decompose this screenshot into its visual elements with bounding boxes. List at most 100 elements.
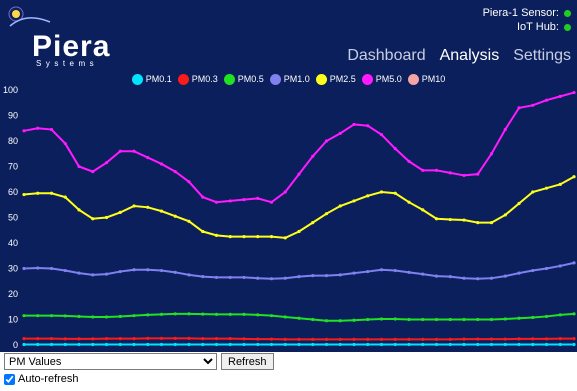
y-tick-label: 50 — [8, 213, 18, 223]
chart-panel: PM0.1 PM0.3 PM0.5 PM1.0 PM2.5 PM5.0 PM10 0 10 20… — [0, 72, 577, 352]
data-point — [462, 218, 466, 222]
data-point — [421, 272, 425, 276]
y-tick-label: 100 — [3, 85, 18, 95]
tab-analysis[interactable]: Analysis — [440, 47, 500, 65]
data-point — [324, 337, 329, 341]
y-tick-label: 80 — [8, 136, 18, 146]
data-point — [448, 342, 452, 347]
data-point — [104, 337, 109, 341]
data-point — [173, 270, 177, 274]
data-point — [489, 342, 494, 347]
data-point — [572, 337, 576, 341]
tab-dashboard[interactable]: Dashboard — [347, 47, 425, 65]
data-point — [448, 337, 452, 341]
data-point — [311, 317, 315, 322]
data-point — [146, 268, 150, 272]
data-point — [462, 317, 466, 322]
data-point — [146, 205, 150, 209]
data-point — [77, 337, 81, 341]
refresh-button[interactable]: Refresh — [221, 353, 274, 370]
data-point — [214, 275, 219, 280]
data-point — [366, 317, 370, 322]
data-point — [352, 199, 356, 203]
data-point — [242, 198, 246, 202]
data-point — [201, 275, 205, 279]
data-point — [201, 229, 205, 234]
data-point — [118, 314, 122, 319]
data-point — [407, 342, 411, 347]
data-point — [269, 314, 274, 318]
data-point — [421, 168, 425, 172]
data-point — [49, 127, 54, 132]
tab-settings[interactable]: Settings — [513, 47, 571, 65]
data-point — [462, 276, 466, 280]
data-point — [544, 314, 549, 319]
y-tick-label: 20 — [8, 289, 18, 299]
data-point — [434, 274, 439, 278]
data-point — [118, 210, 122, 214]
data-point — [132, 337, 136, 341]
data-point — [572, 90, 576, 95]
data-point — [324, 139, 329, 143]
data-point — [489, 221, 494, 225]
data-point — [393, 147, 397, 151]
data-point — [269, 200, 274, 204]
data-point — [256, 196, 260, 200]
data-point — [283, 236, 287, 240]
data-point — [283, 337, 287, 341]
y-tick-label: 70 — [8, 162, 18, 172]
data-point — [476, 337, 480, 341]
data-point — [22, 266, 26, 271]
data-point — [517, 201, 521, 206]
data-point — [173, 170, 177, 174]
data-point — [558, 337, 562, 341]
data-point — [118, 149, 122, 153]
data-point — [159, 268, 164, 273]
auto-refresh-label[interactable]: Auto-refresh — [18, 373, 79, 385]
data-point — [544, 342, 549, 347]
pm-line-chart: 0 10 20 30 40 50 60 70 80 90 100 — [3, 85, 576, 350]
data-point — [503, 274, 507, 278]
data-point — [448, 217, 452, 222]
data-point — [77, 164, 81, 169]
data-point — [421, 208, 425, 212]
data-point — [311, 154, 315, 158]
data-point — [159, 312, 164, 316]
data-point — [22, 192, 26, 197]
view-select[interactable]: PM Values — [4, 353, 217, 370]
data-point — [338, 342, 342, 347]
data-point — [132, 204, 136, 208]
data-point — [201, 312, 205, 316]
data-point — [572, 261, 576, 265]
data-point — [558, 94, 562, 98]
auto-refresh-checkbox[interactable] — [4, 373, 15, 385]
data-point — [517, 342, 521, 347]
data-point — [489, 337, 494, 341]
data-point — [118, 337, 122, 341]
data-point — [132, 342, 136, 347]
data-point — [503, 213, 507, 217]
data-point — [159, 162, 164, 166]
data-point — [49, 342, 54, 347]
data-point — [91, 273, 95, 277]
data-point — [448, 171, 452, 175]
data-point — [49, 314, 54, 318]
data-point — [228, 199, 232, 203]
data-point — [214, 312, 219, 316]
data-point — [214, 337, 219, 341]
piera-logo[interactable]: Piera Systems — [6, 4, 124, 68]
data-point — [366, 124, 370, 128]
sensor-status-label: Piera-1 Sensor: — [482, 7, 559, 19]
header-bar: Piera Systems Piera-1 Sensor: IoT Hub: D… — [0, 0, 577, 72]
data-point — [572, 342, 576, 347]
data-point — [544, 186, 549, 190]
series-pm03 — [22, 336, 576, 341]
data-point — [269, 342, 274, 347]
data-point — [393, 191, 397, 195]
data-point — [159, 336, 164, 340]
data-point — [503, 127, 507, 132]
data-point — [311, 342, 315, 347]
data-point — [366, 269, 370, 274]
data-point — [393, 317, 397, 321]
data-point — [36, 191, 40, 195]
